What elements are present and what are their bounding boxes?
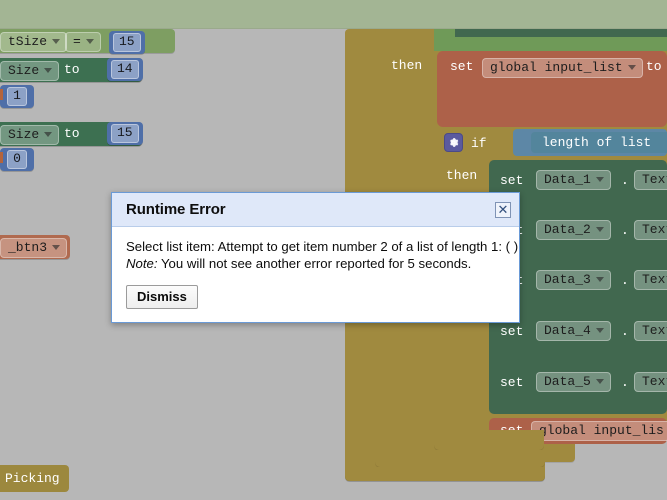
- data-4-component-dropdown[interactable]: Data_4: [536, 321, 611, 341]
- data-5-property-dropdown[interactable]: Text: [634, 372, 667, 392]
- left-block-comparison[interactable]: tSize = 15: [0, 29, 175, 54]
- data-1-property-dropdown[interactable]: Text: [634, 170, 667, 190]
- dot-separator-3: .: [621, 273, 629, 288]
- runtime-error-dialog: Runtime Error ✕ Select list item: Attemp…: [111, 192, 520, 323]
- if-label: if: [471, 136, 487, 151]
- comparison-number-value: 15: [113, 33, 141, 52]
- setter-1-number-value: 14: [111, 60, 139, 79]
- dialog-header: Runtime Error ✕: [112, 193, 519, 227]
- set-label-global: set: [450, 59, 474, 74]
- left-plug-nub: [0, 152, 3, 163]
- setter-2-to-label: to: [64, 126, 80, 141]
- middle-control-tail: [375, 450, 545, 467]
- data-2-property-label: Text: [642, 222, 667, 237]
- setter-2-variable-label: Size: [8, 127, 40, 142]
- comparison-variable-dropdown[interactable]: tSize: [0, 32, 68, 52]
- chevron-down-icon: [595, 177, 604, 182]
- data-4-property-dropdown[interactable]: Text: [634, 321, 667, 341]
- dot-separator-4: .: [621, 324, 629, 339]
- set-global-input-list-block[interactable]: set global input_list to: [437, 51, 667, 127]
- bottom-global-input-list-dropdown[interactable]: global input_lis: [531, 421, 667, 441]
- dialog-note-text: You will not see another error reported …: [160, 256, 472, 271]
- bottom-global-label: global input_lis: [539, 423, 664, 438]
- close-icon[interactable]: ✕: [495, 201, 511, 218]
- setter-1-to-label: to: [64, 62, 80, 77]
- data-2-component-label: Data_2: [544, 222, 591, 237]
- left-component-getter-btn3[interactable]: _btn3: [0, 235, 70, 259]
- picking-tab-label: Picking: [5, 471, 60, 486]
- dialog-note-label: Note:: [126, 256, 158, 271]
- setter-1-variable-dropdown[interactable]: Size: [0, 61, 60, 81]
- mutator-gear-icon[interactable]: [444, 133, 463, 152]
- chevron-down-icon: [627, 65, 636, 70]
- data-1-component-dropdown[interactable]: Data_1: [536, 170, 611, 190]
- left-number-1-value: 1: [7, 87, 27, 106]
- left-number-block-0[interactable]: 0: [0, 148, 34, 171]
- data-3-property-label: Text: [642, 272, 667, 287]
- setter-1-variable-label: Size: [8, 63, 40, 78]
- set-label-data-5: set: [500, 375, 524, 390]
- chevron-down-icon: [44, 68, 53, 73]
- dot-separator-5: .: [621, 375, 629, 390]
- chevron-down-icon: [595, 227, 604, 232]
- chevron-down-icon: [52, 245, 61, 250]
- inner-control-tail: [434, 430, 544, 450]
- dialog-message-line-1: Select list item: Attempt to get item nu…: [126, 239, 519, 254]
- data-4-component-label: Data_4: [544, 323, 591, 338]
- data-5-component-dropdown[interactable]: Data_5: [536, 372, 611, 392]
- global-input-list-label: global input_list: [490, 60, 623, 75]
- data-2-property-dropdown[interactable]: Text: [634, 220, 667, 240]
- dot-separator-2: .: [621, 223, 629, 238]
- dialog-message-line-2: Note: You will not see another error rep…: [126, 255, 505, 272]
- then-label-inner: then: [446, 168, 478, 183]
- length-of-list-block[interactable]: length of list: [513, 129, 667, 156]
- length-of-list-label: length of list: [542, 135, 652, 150]
- data-3-component-label: Data_3: [544, 272, 591, 287]
- to-label-global: to: [646, 59, 662, 74]
- chevron-down-icon: [595, 277, 604, 282]
- data-3-component-dropdown[interactable]: Data_3: [536, 270, 611, 290]
- comparison-operator-label: =: [73, 34, 81, 49]
- chevron-down-icon: [44, 132, 53, 137]
- data-5-property-label: Text: [642, 374, 667, 389]
- dismiss-button[interactable]: Dismiss: [126, 285, 198, 309]
- data-1-property-label: Text: [642, 172, 667, 187]
- data-3-property-dropdown[interactable]: Text: [634, 270, 667, 290]
- dialog-body: Select list item: Attempt to get item nu…: [112, 227, 519, 322]
- data-1-component-label: Data_1: [544, 172, 591, 187]
- set-label-data-1: set: [500, 173, 524, 188]
- btn3-dropdown[interactable]: _btn3: [0, 238, 68, 258]
- chevron-down-icon: [85, 39, 94, 44]
- offscreen-green-block: [0, 0, 667, 29]
- chevron-down-icon: [595, 328, 604, 333]
- then-label-outer: then: [391, 58, 423, 73]
- setter-1-number-block[interactable]: 14: [107, 58, 143, 81]
- comparison-variable-label: tSize: [8, 34, 48, 49]
- data-4-property-label: Text: [642, 323, 667, 338]
- length-of-list-inner: length of list: [531, 132, 667, 153]
- data-5-component-label: Data_5: [544, 374, 591, 389]
- left-number-0-value: 0: [7, 150, 27, 169]
- outer-control-tail: [345, 467, 545, 481]
- comparison-number-block[interactable]: 15: [109, 31, 145, 54]
- set-label-data-4: set: [500, 324, 524, 339]
- setter-2-number-value: 15: [111, 124, 139, 143]
- dot-separator-1: .: [621, 173, 629, 188]
- left-plug-nub: [0, 89, 3, 100]
- left-number-block-1[interactable]: 1: [0, 85, 34, 108]
- comparison-operator-dropdown[interactable]: =: [65, 32, 101, 52]
- setter-2-number-block[interactable]: 15: [107, 122, 143, 145]
- picking-tab[interactable]: Picking: [0, 465, 69, 492]
- dialog-title: Runtime Error: [126, 201, 226, 218]
- btn3-label: _btn3: [8, 240, 48, 255]
- global-input-list-dropdown[interactable]: global input_list: [482, 58, 643, 78]
- setter-2-variable-dropdown[interactable]: Size: [0, 125, 60, 145]
- data-2-component-dropdown[interactable]: Data_2: [536, 220, 611, 240]
- chevron-down-icon: [52, 39, 61, 44]
- green-band-inner: [455, 29, 667, 37]
- chevron-down-icon: [595, 379, 604, 384]
